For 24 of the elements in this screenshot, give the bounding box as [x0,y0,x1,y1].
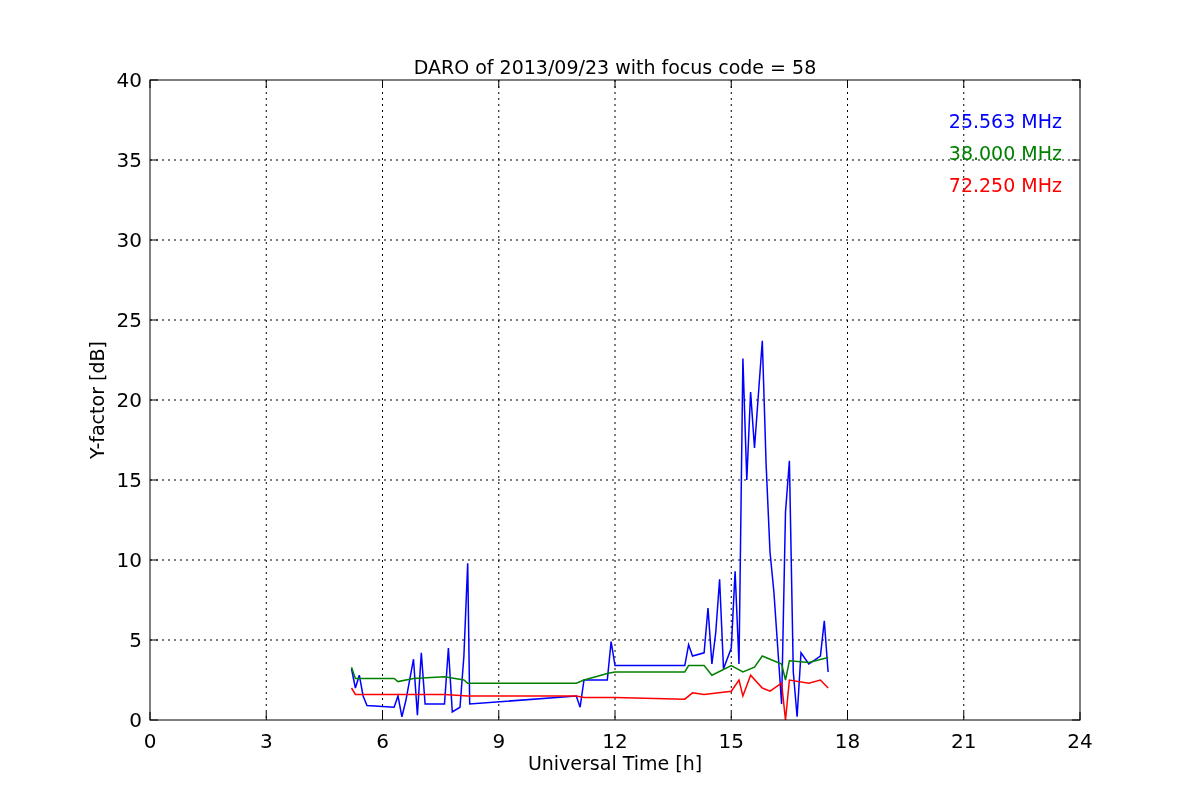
y-tick-label: 15 [116,468,142,492]
y-tick-label: 30 [116,228,142,252]
x-tick-label: 18 [834,729,861,753]
legend-label: 38.000 MHz [948,142,1062,164]
y-tick-label: 0 [129,708,142,732]
x-tick-label: 21 [951,729,977,753]
legend-label: 25.563 MHz [948,110,1062,132]
y-tick-label: 35 [116,148,142,172]
y-tick-label: 40 [116,68,142,92]
x-tick-label: 12 [602,729,628,753]
x-tick-label: 9 [492,729,506,753]
x-tick-label: 24 [1067,729,1093,753]
y-tick-label: 25 [116,308,142,332]
x-tick-label: 15 [718,729,744,753]
y-tick-label: 10 [116,548,142,572]
legend-label: 72.250 MHz [948,174,1062,196]
y-tick-label: 20 [116,388,142,412]
y-axis-label: Y-factor [dB] [86,341,108,459]
x-axis-label: Universal Time [h] [527,752,703,774]
chart-title: DARO of 2013/09/23 with focus code = 58 [413,56,817,78]
x-tick-label: 6 [376,729,389,753]
x-tick-label: 3 [259,729,273,753]
x-tick-label: 0 [143,729,157,753]
y-tick-label: 5 [129,628,142,652]
